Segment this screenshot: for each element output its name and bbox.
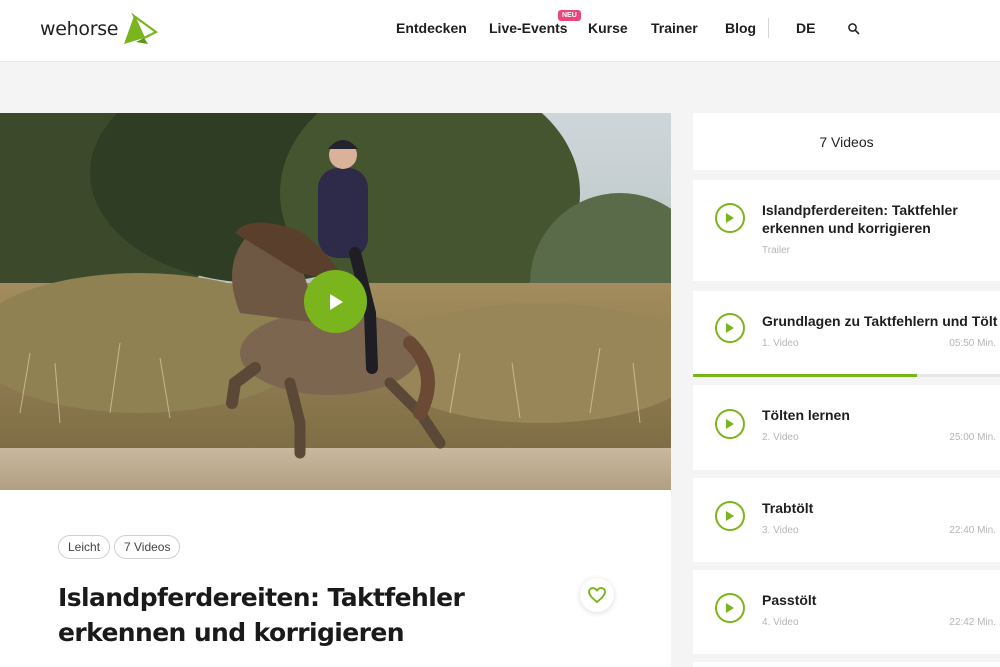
video-count-tag: 7 Videos (114, 535, 181, 559)
play-circle-icon (715, 593, 745, 623)
playlist-item-duration: 22:42 Min. (949, 617, 996, 628)
playlist-item-title-line2: erkennen und korrigieren (762, 220, 931, 236)
playlist-item-title: Passtölt (762, 592, 817, 608)
difficulty-tag: Leicht (58, 535, 111, 559)
playlist-item-progress (693, 374, 1000, 377)
playlist-item-subtitle: 1. Video (762, 338, 799, 349)
site-header: wehorse Entdecken Live-Events NEU Kurse … (0, 0, 1000, 62)
playlist-item-video-1[interactable]: Grundlagen zu Taktfehlern und Tölt 1. Vi… (693, 291, 1000, 377)
nav-item-kurse[interactable]: Kurse (588, 20, 628, 36)
nav-item-trainer[interactable]: Trainer (651, 20, 698, 36)
heart-icon (588, 587, 606, 603)
playlist-item-duration: 05:50 Min. (949, 338, 996, 349)
play-circle-icon (715, 409, 745, 439)
nav-item-entdecken[interactable]: Entdecken (396, 20, 467, 36)
play-circle-icon (715, 313, 745, 343)
course-title: Islandpferdereiten: Taktfehler erkennen … (58, 583, 465, 647)
play-icon (329, 293, 343, 310)
playlist-count: 7 Videos (819, 133, 874, 150)
nav-item-live-events[interactable]: Live-Events (489, 20, 568, 36)
playlist-item-title: Trabtölt (762, 500, 814, 516)
play-circle-icon (715, 203, 745, 233)
playlist-item-subtitle: 3. Video (762, 525, 799, 536)
playlist-item-title: Islandpferdereiten: Taktfehler (762, 202, 958, 218)
play-circle-icon (715, 501, 745, 531)
playlist-header: 7 Videos (693, 113, 1000, 170)
playlist-item-title: Tölten lernen (762, 407, 850, 423)
search-icon[interactable] (846, 21, 862, 37)
playlist-item-trailer[interactable]: Islandpferdereiten: Taktfehler erkennen … (693, 180, 1000, 281)
course-card: Leicht 7 Videos Islandpferdereiten: Takt… (0, 113, 671, 667)
nav-item-blog[interactable]: Blog (725, 20, 756, 36)
favorite-button[interactable] (580, 578, 614, 612)
course-video-player[interactable] (0, 113, 671, 490)
playlist-item-video-4[interactable]: Passtölt 4. Video 22:42 Min. (693, 570, 1000, 654)
playlist-item-title: Grundlagen zu Taktfehlern und Tölt (762, 313, 998, 329)
nav-divider (768, 18, 769, 38)
progress-fill (693, 374, 918, 377)
playlist-item-subtitle: 2. Video (762, 432, 799, 443)
wehorse-logo[interactable]: wehorse (40, 12, 159, 46)
playlist-item-video-2[interactable]: Tölten lernen 2. Video 25:00 Min. (693, 385, 1000, 470)
logo-mark-icon (124, 12, 159, 44)
playlist-item-duration: 25:00 Min. (949, 432, 996, 443)
logo-wordmark: wehorse (40, 18, 119, 40)
new-badge: NEU (558, 10, 581, 21)
language-selector[interactable]: DE (796, 20, 815, 36)
play-button[interactable] (304, 270, 367, 333)
playlist-item-video-3[interactable]: Trabtölt 3. Video 22:40 Min. (693, 478, 1000, 562)
playlist-item-subtitle: Trailer (762, 245, 790, 256)
playlist-item-duration: 22:40 Min. (949, 525, 996, 536)
playlist-item-video-5[interactable] (693, 662, 1000, 667)
playlist-item-subtitle: 4. Video (762, 617, 799, 628)
